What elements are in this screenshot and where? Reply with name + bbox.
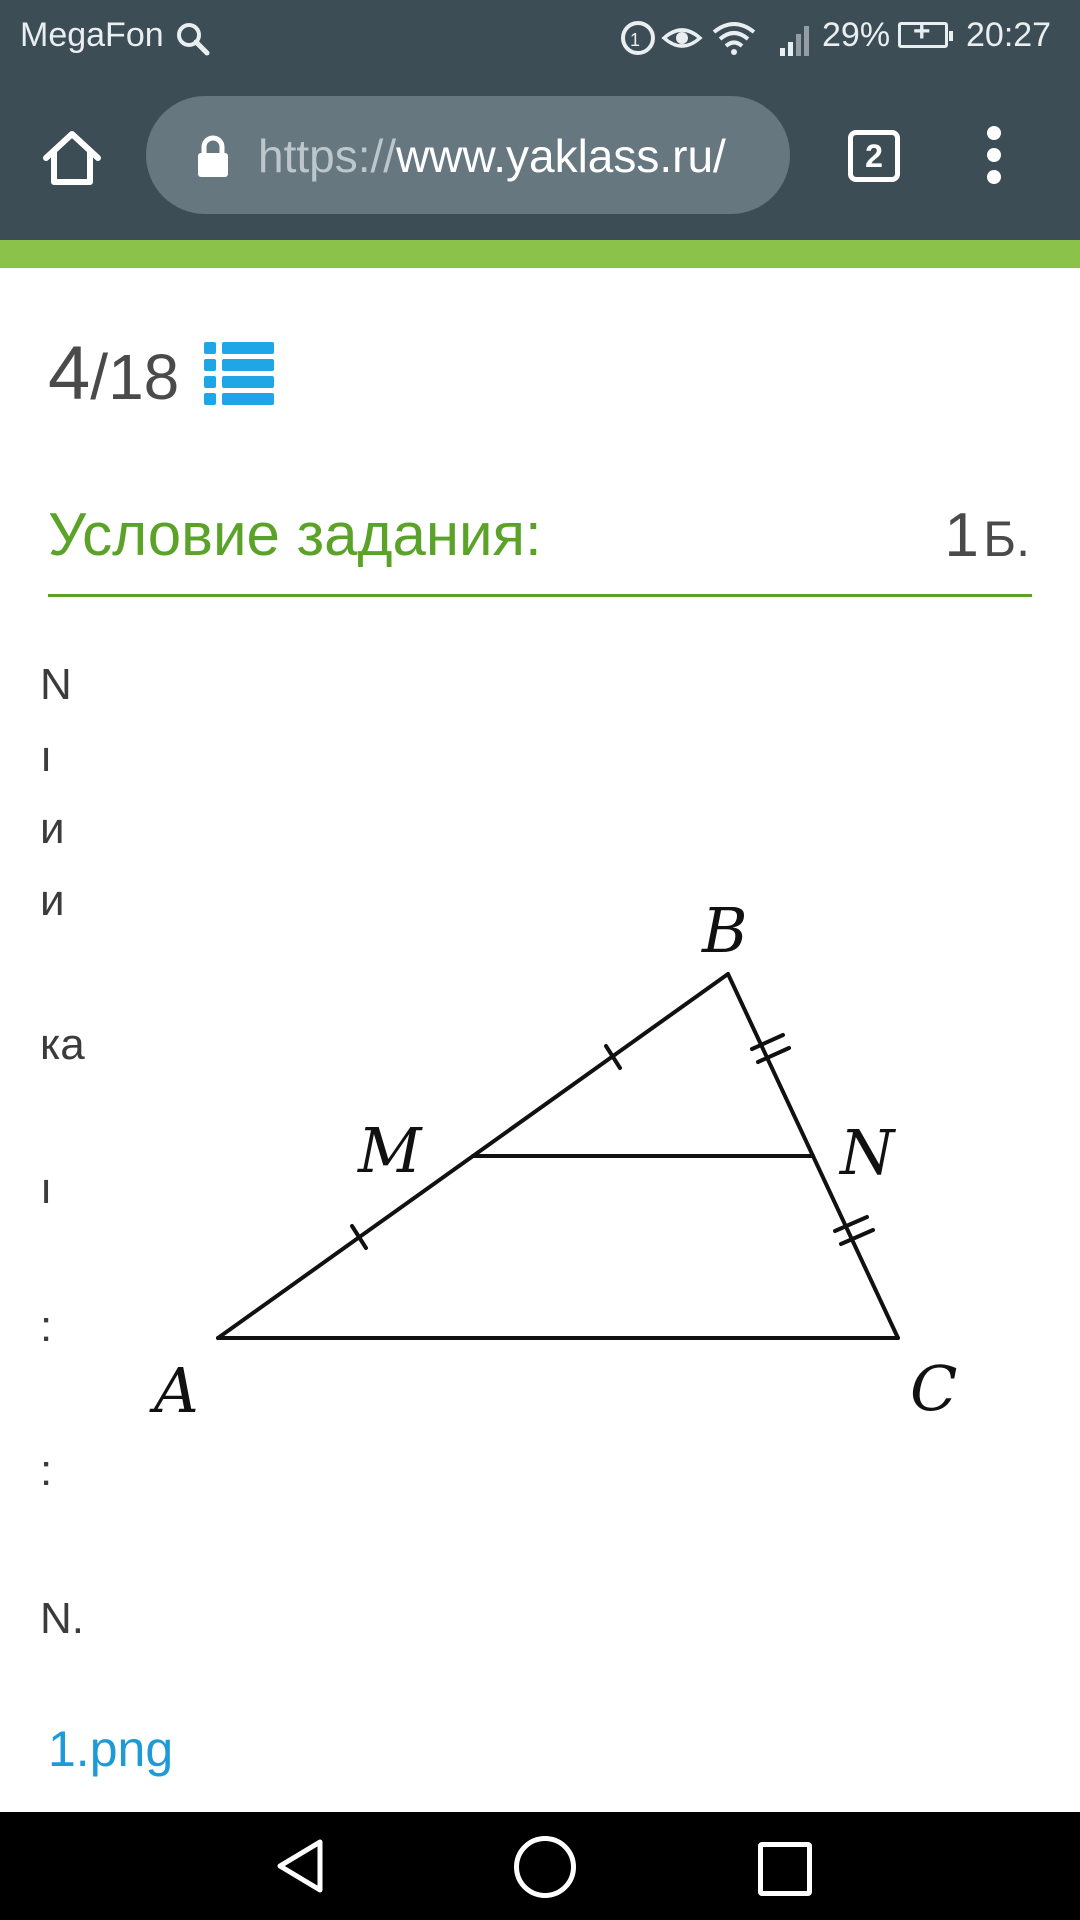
signal-icon bbox=[780, 26, 809, 56]
points-unit: Б. bbox=[983, 511, 1030, 567]
battery-percent: 29% bbox=[822, 16, 891, 54]
text-fragment: и bbox=[40, 804, 65, 853]
search-icon bbox=[177, 23, 210, 56]
text-fragment: ı bbox=[40, 1164, 53, 1213]
task-points: 1 Б. bbox=[944, 500, 1030, 571]
text-fragment: : bbox=[40, 1302, 53, 1351]
task-counter: 4/18 bbox=[48, 330, 179, 417]
eye-icon bbox=[661, 28, 703, 48]
vertex-label-a: A bbox=[149, 1354, 199, 1427]
carrier-name: MegaFon bbox=[20, 16, 164, 54]
home-circle-icon[interactable] bbox=[514, 1836, 576, 1898]
svg-text:1: 1 bbox=[630, 30, 640, 50]
url-scheme: https:// bbox=[258, 130, 397, 182]
url-host: www.yaklass.ru/ bbox=[396, 130, 726, 182]
attachment-link[interactable]: 1.png bbox=[48, 1720, 173, 1778]
vertex-label-c: C bbox=[910, 1352, 957, 1425]
point-label-n: N bbox=[838, 1116, 897, 1189]
task-list-icon[interactable] bbox=[204, 340, 274, 406]
text-fragment: N bbox=[40, 660, 72, 709]
lock-icon bbox=[198, 135, 228, 177]
vertex-label-b: B bbox=[701, 894, 748, 967]
recents-icon[interactable] bbox=[758, 1842, 812, 1896]
url-bar[interactable]: https://www.yaklass.ru/ bbox=[146, 96, 790, 214]
text-fragment: ı bbox=[40, 732, 53, 781]
wifi-icon bbox=[712, 22, 756, 55]
text-fragment: N. bbox=[40, 1594, 84, 1643]
status-bar: MegaFon 1 29% + 20:27 bbox=[0, 0, 1080, 74]
text-fragment: ка bbox=[40, 1020, 85, 1069]
counter-separator: / bbox=[90, 341, 109, 413]
home-icon[interactable] bbox=[40, 128, 104, 188]
text-fragment: и bbox=[40, 876, 65, 925]
page-progress-bar bbox=[0, 240, 1080, 268]
triangle-figure: A B C M N bbox=[149, 894, 957, 1427]
text-fragment: : bbox=[40, 1446, 53, 1495]
task-heading: Условие задания: bbox=[48, 501, 542, 568]
data-saver-icon: 1 bbox=[621, 21, 655, 55]
tick-mb bbox=[604, 1044, 622, 1070]
counter-current: 4 bbox=[48, 331, 91, 416]
status-icons-group: 1 bbox=[621, 21, 809, 56]
tick-am bbox=[350, 1224, 368, 1250]
battery-charging-icon: + bbox=[898, 17, 953, 48]
overflow-menu-icon[interactable] bbox=[982, 126, 1006, 186]
tick-nc-1 bbox=[833, 1215, 869, 1233]
points-value: 1 bbox=[944, 501, 979, 570]
navigation-bar bbox=[0, 1812, 1080, 1920]
browser-toolbar: https://www.yaklass.ru/ 2 bbox=[0, 74, 1080, 240]
clock: 20:27 bbox=[966, 16, 1052, 54]
counter-total: 18 bbox=[108, 341, 180, 413]
tick-nc-2 bbox=[839, 1228, 875, 1246]
back-icon[interactable] bbox=[274, 1838, 326, 1894]
tabs-icon[interactable]: 2 bbox=[848, 130, 900, 182]
heading-divider bbox=[48, 594, 1032, 597]
url-text[interactable]: https://www.yaklass.ru/ bbox=[258, 129, 778, 183]
point-label-m: M bbox=[357, 1114, 423, 1187]
